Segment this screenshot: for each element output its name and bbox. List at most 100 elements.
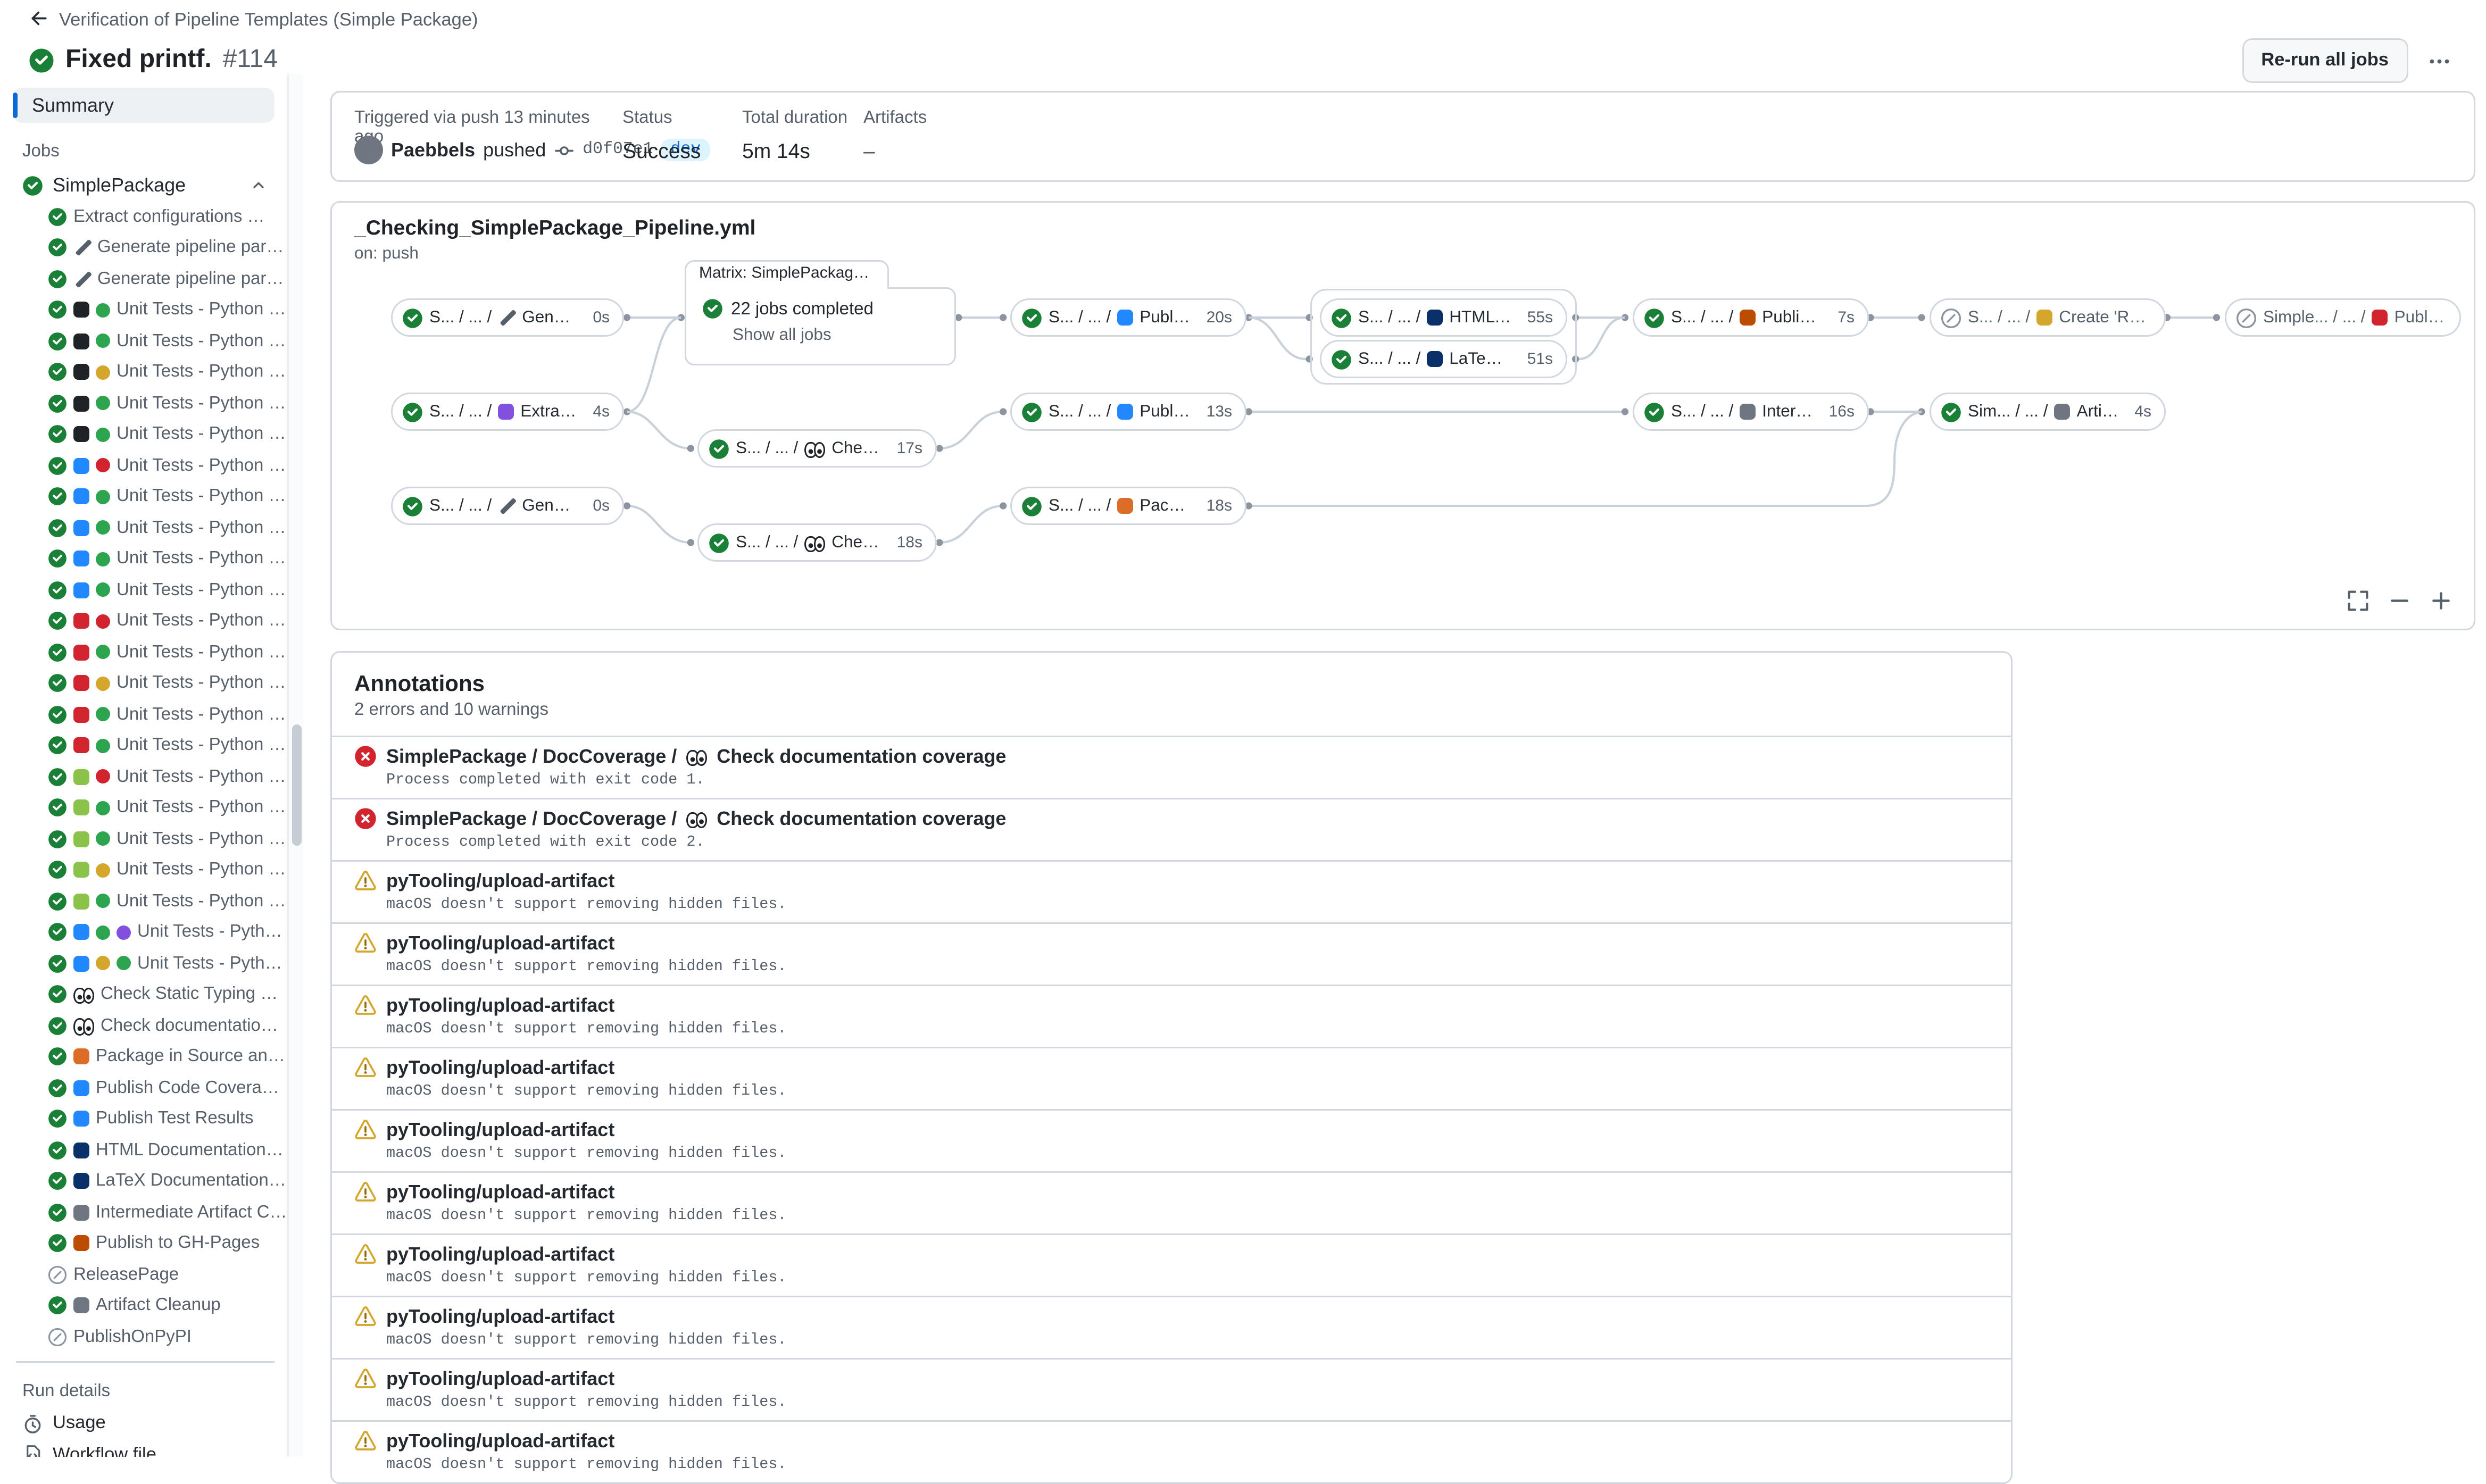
sidebar-item-job-35[interactable]: ReleasePage xyxy=(13,1259,287,1290)
annotation-title: pyTooling/upload-artifact xyxy=(386,1056,614,1079)
macos-icon xyxy=(73,676,89,691)
sidebar-item-job-14[interactable]: Unit Tests - Python 3.9 xyxy=(13,606,287,637)
sidebar-item-job-17[interactable]: Unit Tests - Python 3.12 xyxy=(13,699,287,730)
graph-node-publish-to-pypi[interactable]: Simple... / ... /Publish to PyPI xyxy=(2225,298,2461,337)
node-duration: 4s xyxy=(585,403,610,421)
sidebar-item-summary[interactable]: Summary xyxy=(13,88,275,123)
python-version-dot xyxy=(96,427,110,441)
sidebar-item-job-29[interactable]: Publish Code Coverage Results xyxy=(13,1072,287,1104)
sidebar-item-job-27[interactable]: Check documentation covera... xyxy=(13,1010,287,1041)
annotation-row-1[interactable]: SimplePackage / DocCoverage /Check docum… xyxy=(332,736,2011,798)
sidebar-item-job-9[interactable]: Unit Tests - Python 3.9 xyxy=(13,450,287,481)
sidebar-item-job-3[interactable]: Generate pipeline parameters xyxy=(13,263,287,295)
graph-node-create-release-page[interactable]: S... / ... /Create 'Release Pa... xyxy=(1930,298,2166,337)
graph-node-check-documentation-coverage[interactable]: S... / ... /Check docume...18s xyxy=(697,523,937,562)
job-label: Unit Tests - Python 3.13 xyxy=(117,891,287,911)
linux-icon xyxy=(73,364,89,380)
graph-node-artifact-cleanup[interactable]: Sim... / ... /Artifact Cleanup4s xyxy=(1930,393,2166,431)
chevron-up-icon[interactable] xyxy=(249,176,268,195)
sidebar-item-job-18[interactable]: Unit Tests - Python 3.13 xyxy=(13,730,287,762)
sidebar-item-job-26[interactable]: Check Static Typing using Pyt... xyxy=(13,979,287,1011)
sidebar-item-job-23[interactable]: Unit Tests - Python 3.13 xyxy=(13,886,287,917)
sidebar-item-workflow-file[interactable]: Workflow file xyxy=(13,1439,287,1456)
sidebar-item-job-6[interactable]: Unit Tests - Python 3.11 xyxy=(13,357,287,388)
annotation-row-4[interactable]: pyTooling/upload-artifactmacOS doesn't s… xyxy=(332,922,2011,985)
graph-node-publish-to-gh-pages[interactable]: S... / ... /Publish to GH-P...7s xyxy=(1633,298,1869,337)
graph-node-latex-documentation[interactable]: S... / ... /LaTeX Docume...51s xyxy=(1320,340,1567,378)
sidebar-item-job-20[interactable]: Unit Tests - Python 3.10 xyxy=(13,793,287,824)
job-label: Unit Tests - Python 3.9 xyxy=(117,767,287,786)
graph-node-check-static-typing[interactable]: S... / ... /Check Static Ty...17s xyxy=(697,429,937,468)
job-label: Unit Tests - Python 3.10 xyxy=(117,331,287,351)
job-label: Generate pipeline parameters xyxy=(97,269,287,288)
windows-icon xyxy=(73,582,89,598)
sidebar-item-job-11[interactable]: Unit Tests - Python 3.11 xyxy=(13,512,287,544)
python-version-dot xyxy=(96,365,110,379)
sidebar-item-job-19[interactable]: Unit Tests - Python 3.9 xyxy=(13,761,287,793)
annotation-row-7[interactable]: pyTooling/upload-artifactmacOS doesn't s… xyxy=(332,1109,2011,1171)
sidebar-item-job-16[interactable]: Unit Tests - Python 3.11 xyxy=(13,668,287,699)
annotation-row-10[interactable]: pyTooling/upload-artifactmacOS doesn't s… xyxy=(332,1296,2011,1358)
sidebar-item-job-34[interactable]: Publish to GH-Pages xyxy=(13,1228,287,1260)
sidebar-item-job-25[interactable]: Unit Tests - Python 3.12 xyxy=(13,948,287,979)
job-label: Unit Tests - Python 3.10 xyxy=(117,798,287,818)
annotation-row-2[interactable]: SimplePackage / DocCoverage /Check docum… xyxy=(332,798,2011,860)
sidebar-item-job-7[interactable]: Unit Tests - Python 3.12 xyxy=(13,388,287,419)
graph-node-extract-configurations[interactable]: S... / ... /Extract configur...4s xyxy=(391,393,624,431)
sidebar-item-job-8[interactable]: Unit Tests - Python 3.13 xyxy=(13,419,287,451)
scrollbar-thumb[interactable] xyxy=(292,724,302,846)
sidebar-item-job-36[interactable]: Artifact Cleanup xyxy=(13,1290,287,1322)
sidebar-item-job-30[interactable]: Publish Test Results xyxy=(13,1104,287,1135)
fullscreen-button[interactable] xyxy=(2344,587,2371,614)
graph-node-publish-code-coverage[interactable]: S... / ... /Publish Code C...20s xyxy=(1010,298,1246,337)
python-version-dot xyxy=(96,614,110,628)
actor-avatar[interactable] xyxy=(354,136,383,164)
sidebar-item-job-1[interactable]: Extract configurations from p... xyxy=(13,201,287,232)
job-label: Unit Tests - Python 3.9 xyxy=(117,456,287,475)
actor-name[interactable]: Paebbels xyxy=(391,139,475,161)
annotation-row-12[interactable]: pyTooling/upload-artifactmacOS doesn't s… xyxy=(332,1420,2011,1482)
package-icon xyxy=(73,1049,89,1065)
graph-node-intermediate-artifact-cleanup[interactable]: S... / ... /Intermediate A...16s xyxy=(1633,393,1869,431)
sidebar-scrollbar[interactable] xyxy=(287,73,303,1456)
sidebar-item-job-4[interactable]: Unit Tests - Python 3.9 xyxy=(13,295,287,326)
graph-node-generate-pipeline-1[interactable]: S... / ... /Generate pipelin...0s xyxy=(391,298,624,337)
annotation-row-11[interactable]: pyTooling/upload-artifactmacOS doesn't s… xyxy=(332,1358,2011,1420)
annotation-title: pyTooling/upload-artifact xyxy=(386,1243,614,1265)
zoom-in-button[interactable] xyxy=(2427,587,2454,614)
sidebar-item-job-32[interactable]: LaTeX Documentation using ... xyxy=(13,1166,287,1197)
duration-column: Total duration 5m 14s xyxy=(742,109,863,164)
breadcrumb[interactable]: Verification of Pipeline Templates (Simp… xyxy=(29,8,478,34)
job-label: LaTeX Documentation using ... xyxy=(96,1172,287,1191)
annotation-row-5[interactable]: pyTooling/upload-artifactmacOS doesn't s… xyxy=(332,985,2011,1047)
zoom-out-button[interactable] xyxy=(2385,587,2413,614)
sidebar-group-simplepackage[interactable]: SimplePackage xyxy=(13,169,284,201)
sidebar-item-job-37[interactable]: PublishOnPyPI xyxy=(13,1321,287,1353)
sidebar-item-job-21[interactable]: Unit Tests - Python 3.11 xyxy=(13,823,287,855)
graph-node-generate-pipeline-2[interactable]: S... / ... /Generate pipelin...0s xyxy=(391,487,624,525)
node-duration: 55s xyxy=(1519,309,1553,327)
sidebar-item-job-2[interactable]: Generate pipeline parameters xyxy=(13,232,287,264)
sidebar-item-usage[interactable]: Usage xyxy=(13,1408,287,1440)
sidebar-item-job-28[interactable]: Package in Source and Wheel... xyxy=(13,1041,287,1073)
graph-node-publish-test-results[interactable]: S... / ... /Publish Test Re...13s xyxy=(1010,393,1246,431)
sidebar-item-job-5[interactable]: Unit Tests - Python 3.10 xyxy=(13,326,287,357)
sidebar-item-job-33[interactable]: Intermediate Artifact Cleanup xyxy=(13,1197,287,1228)
annotation-title: pyTooling/upload-artifact xyxy=(386,1430,614,1452)
sidebar-item-job-22[interactable]: Unit Tests - Python 3.12 xyxy=(13,855,287,886)
sidebar-item-job-15[interactable]: Unit Tests - Python 3.10 xyxy=(13,637,287,668)
eyes-icon xyxy=(73,987,94,1002)
graph-node-package-in-source[interactable]: S... / ... /Package in Sou...18s xyxy=(1010,487,1246,525)
trash-icon xyxy=(1740,404,1756,420)
sidebar-item-job-31[interactable]: HTML Documentation using ... xyxy=(13,1135,287,1166)
sidebar-item-job-10[interactable]: Unit Tests - Python 3.10 xyxy=(13,481,287,513)
sidebar-item-job-12[interactable]: Unit Tests - Python 3.12 xyxy=(13,544,287,575)
annotation-row-3[interactable]: pyTooling/upload-artifactmacOS doesn't s… xyxy=(332,860,2011,922)
annotation-row-9[interactable]: pyTooling/upload-artifactmacOS doesn't s… xyxy=(332,1233,2011,1296)
annotation-row-6[interactable]: pyTooling/upload-artifactmacOS doesn't s… xyxy=(332,1047,2011,1109)
annotation-row-8[interactable]: pyTooling/upload-artifactmacOS doesn't s… xyxy=(332,1171,2011,1233)
platform-icon xyxy=(73,769,89,785)
graph-node-html-documentation[interactable]: S... / ... /HTML Docume...55s xyxy=(1320,298,1567,337)
sidebar-item-job-24[interactable]: Unit Tests - Python 3.12 xyxy=(13,917,287,948)
sidebar-item-job-13[interactable]: Unit Tests - Python 3.13 xyxy=(13,574,287,606)
